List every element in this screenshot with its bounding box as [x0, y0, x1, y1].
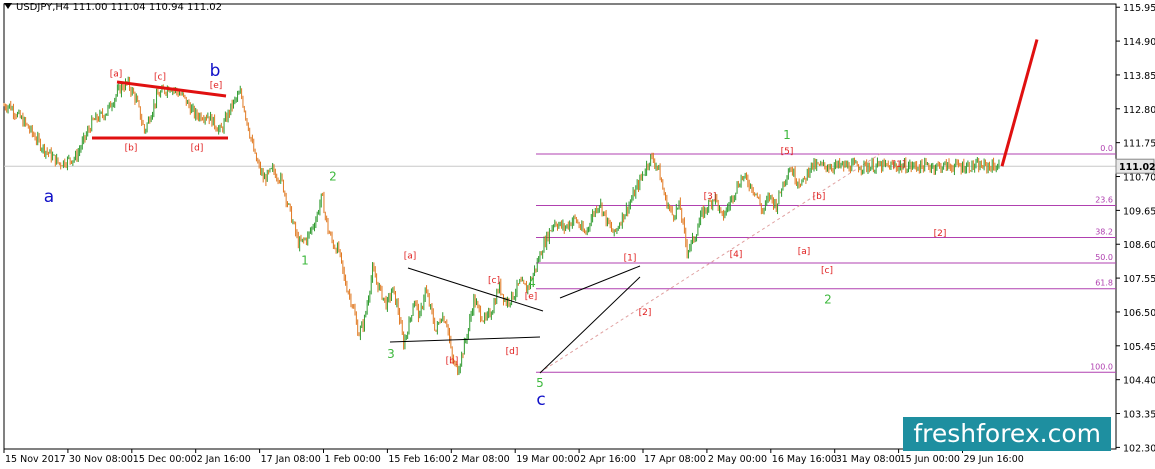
x-tick-label: 15 Dec 00:00 [133, 454, 197, 465]
x-tick-label: 16 May 16:00 [772, 454, 837, 465]
diagonal-lower-line [539, 276, 641, 374]
wave-label: [5] [781, 147, 794, 157]
x-tick-label: 29 Jun 16:00 [964, 454, 1024, 465]
wave-label: [d] [506, 347, 519, 357]
wave-label: [a] [110, 69, 123, 79]
fib-level-label: 0.0 [1100, 144, 1113, 153]
price-chart[interactable]: 115.95 114.90 113.85 112.80 111.75 110.70 109.… [0, 0, 1155, 469]
y-tick-label: 111.75 [1123, 139, 1155, 150]
wave-label: [1] [624, 253, 637, 263]
x-tick-label: 15 Feb 16:00 [388, 454, 450, 465]
y-tick-label: 112.80 [1123, 105, 1155, 116]
fib-level-label: 38.2 [1095, 227, 1113, 236]
x-tick-label: 2 Jan 16:00 [197, 454, 251, 465]
y-tick-label: 103.35 [1123, 410, 1155, 421]
x-tick-label: 17 Apr 08:00 [644, 454, 706, 465]
wave-label: c [536, 390, 545, 410]
x-tick-label: 2 Apr 16:00 [580, 454, 636, 465]
y-tick-label: 114.90 [1123, 37, 1155, 48]
y-tick-label: 107.55 [1123, 274, 1155, 285]
wave-label: [b] [446, 356, 459, 366]
wave-label: [2] [639, 308, 652, 318]
x-tick-label: 19 Mar 00:00 [516, 454, 579, 465]
y-tick-label: 113.85 [1123, 71, 1155, 82]
x-tick-label: 1 Feb 00:00 [325, 454, 381, 465]
y-tick-label: 110.70 [1123, 173, 1155, 184]
y-tick-label: 105.45 [1123, 342, 1155, 353]
plot-frame [3, 3, 1117, 450]
y-tick-label: 106.50 [1123, 308, 1155, 319]
y-tick-label: 115.95 [1123, 3, 1155, 14]
wave-label: 5 [536, 376, 544, 390]
wave-label: 2 [824, 292, 832, 306]
wave-label: [a] [798, 247, 811, 257]
wave-label: 1 [301, 254, 309, 268]
wave-label: [c] [821, 266, 833, 276]
x-tick-label: 2 Mar 08:00 [452, 454, 509, 465]
x-tick-label: 30 Nov 08:00 [69, 454, 133, 465]
x-tick-label: 17 Jan 08:00 [261, 454, 321, 465]
x-tick-label: 15 Jun 00:00 [900, 454, 960, 465]
wave-label: [b] [813, 192, 826, 202]
wave-label: [4] [730, 250, 743, 260]
fib-level-label: 61.8 [1095, 279, 1113, 288]
wave-label: [2] [934, 229, 947, 239]
wave-label: b [210, 61, 221, 81]
wave-label: [e] [210, 81, 223, 91]
wave-label: [1] [893, 160, 906, 170]
wave-label: a [44, 187, 54, 207]
wave-label: 1 [783, 128, 791, 142]
current-price-label: 111.02 [1119, 162, 1155, 173]
wave-label: [c] [154, 73, 166, 83]
x-tick-label: 2 May 00:00 [708, 454, 767, 465]
y-tick-label: 108.60 [1123, 240, 1155, 251]
x-tick-label: 31 May 08:00 [836, 454, 901, 465]
wave-label: [a] [404, 252, 417, 262]
x-tick-label: 15 Nov 2017 [5, 454, 66, 465]
fib-level-label: 50.0 [1095, 253, 1113, 262]
fib-level-label: 100.0 [1090, 362, 1113, 371]
y-tick-label: 109.65 [1123, 206, 1155, 217]
wave-label: [3] [704, 192, 717, 202]
wave-label: 3 [387, 347, 395, 361]
wave-label: 2 [329, 170, 337, 184]
y-tick-label: 104.40 [1123, 376, 1155, 387]
projection-line [1000, 39, 1039, 167]
wave-label: [b] [125, 144, 138, 154]
wave-label: [c] [488, 276, 500, 286]
fib-level-label: 23.6 [1095, 196, 1113, 205]
y-tick-label: 102.30 [1123, 443, 1155, 454]
triangle-lower-line [389, 336, 541, 343]
wave-label: [e] [525, 292, 538, 302]
wave-label: 4 [528, 276, 536, 290]
diagonal-upper-line [559, 265, 641, 299]
watermark-logo: freshforex.com [903, 417, 1111, 451]
wave-label: [d] [191, 144, 204, 154]
